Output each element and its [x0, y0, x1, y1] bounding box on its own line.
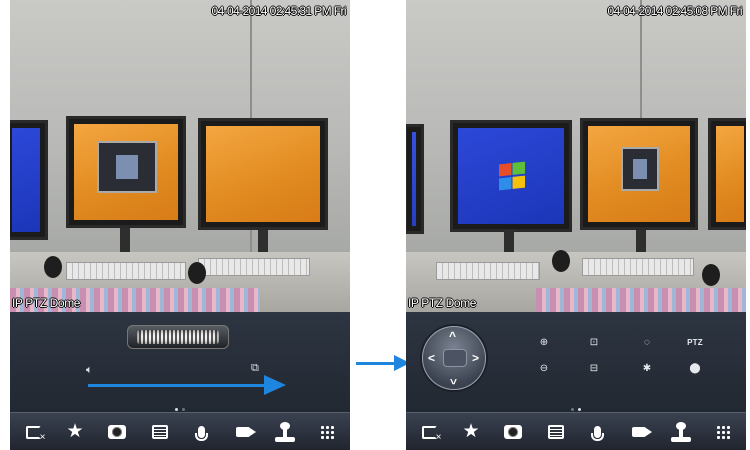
- monitor: [10, 120, 48, 240]
- control-panel: 🔈︎ ⧉: [10, 312, 350, 412]
- mute-speaker-icon[interactable]: 🔈︎: [86, 364, 93, 376]
- bottom-toolbar: ★: [406, 412, 746, 450]
- favorite-star-icon[interactable]: ★: [64, 422, 86, 442]
- pan-left-icon[interactable]: <: [428, 352, 435, 364]
- joystick-icon[interactable]: [670, 422, 692, 442]
- keyboard: [436, 262, 540, 280]
- left-phone-screen: 04-04-2014 02:45:31 PM Fri IP PTZ Dome 🔈…: [10, 0, 350, 450]
- monitor: [66, 116, 186, 228]
- record-video-icon[interactable]: [232, 422, 256, 442]
- focus-far-icon[interactable]: ⊟: [584, 362, 604, 376]
- iris-open-icon[interactable]: ◌: [637, 336, 657, 350]
- monitor: [198, 118, 328, 230]
- microphone-icon[interactable]: [190, 422, 212, 442]
- timestamp: 04-04-2014 02:45:08 PM Fri: [607, 4, 743, 18]
- speaker: [702, 264, 720, 286]
- grid-menu-icon[interactable]: [712, 422, 734, 442]
- page-dot[interactable]: [175, 408, 178, 411]
- dpad-center[interactable]: [443, 349, 467, 367]
- ptz-button[interactable]: PTZ: [685, 336, 705, 350]
- record-video-icon[interactable]: [628, 422, 652, 442]
- zoom-out-icon[interactable]: ⊖: [534, 362, 554, 376]
- directional-pad[interactable]: ^ ^ < >: [422, 326, 486, 390]
- close-stream-icon[interactable]: [22, 422, 45, 443]
- ptz-control-panel: ^ ^ < > ⊕ ⊖ ⊡ ⊟ ◌ ✱ PTZ ⬤: [406, 312, 746, 412]
- keyboard: [198, 258, 310, 276]
- camera-feed[interactable]: 04-04-2014 02:45:31 PM Fri IP PTZ Dome: [10, 0, 350, 312]
- jog-dial[interactable]: [127, 325, 229, 349]
- timestamp: 04-04-2014 02:45:31 PM Fri: [211, 4, 347, 18]
- monitor: [580, 118, 698, 230]
- desktop-window: [97, 141, 157, 193]
- right-phone-screen: 04-04-2014 02:45:08 PM Fri IP PTZ Dome ^…: [406, 0, 746, 450]
- zoom-in-icon[interactable]: ⊕: [534, 336, 554, 350]
- tablecloth: [536, 288, 746, 312]
- keyboard: [66, 262, 186, 280]
- copy-icon[interactable]: ⧉: [251, 362, 259, 374]
- swipe-gesture-arrow: [88, 375, 286, 395]
- camera-feed[interactable]: 04-04-2014 02:45:08 PM Fri IP PTZ Dome: [406, 0, 746, 312]
- monitor: [406, 124, 424, 234]
- page-dot[interactable]: [182, 408, 185, 411]
- snapshot-icon[interactable]: [502, 422, 524, 442]
- windows-logo: [499, 161, 525, 191]
- monitor: [708, 118, 746, 230]
- preset-location-icon[interactable]: ⬤: [685, 362, 705, 376]
- speaker: [188, 262, 206, 284]
- speaker: [44, 256, 62, 278]
- keyboard: [582, 258, 694, 276]
- transition-arrow: [356, 355, 410, 371]
- focus-near-icon[interactable]: ⊡: [584, 336, 604, 350]
- pan-down-icon[interactable]: ^: [450, 373, 457, 387]
- microphone-icon[interactable]: [586, 422, 608, 442]
- grid-menu-icon[interactable]: [316, 422, 338, 442]
- list-icon[interactable]: [545, 422, 567, 442]
- camera-label: IP PTZ Dome: [408, 296, 477, 310]
- snapshot-icon[interactable]: [106, 422, 128, 442]
- favorite-star-icon[interactable]: ★: [460, 422, 482, 442]
- page-dot[interactable]: [578, 408, 581, 411]
- pan-right-icon[interactable]: >: [472, 352, 479, 364]
- close-stream-icon[interactable]: [418, 422, 441, 443]
- page-dot[interactable]: [571, 408, 574, 411]
- joystick-icon[interactable]: [274, 422, 296, 442]
- pan-up-icon[interactable]: ^: [449, 330, 456, 342]
- desktop-window: [621, 147, 659, 191]
- list-icon[interactable]: [149, 422, 171, 442]
- bottom-toolbar: ★: [10, 412, 350, 450]
- monitor: [450, 120, 572, 232]
- camera-label: IP PTZ Dome: [12, 296, 81, 310]
- iris-close-icon[interactable]: ✱: [637, 362, 657, 376]
- speaker: [552, 250, 570, 272]
